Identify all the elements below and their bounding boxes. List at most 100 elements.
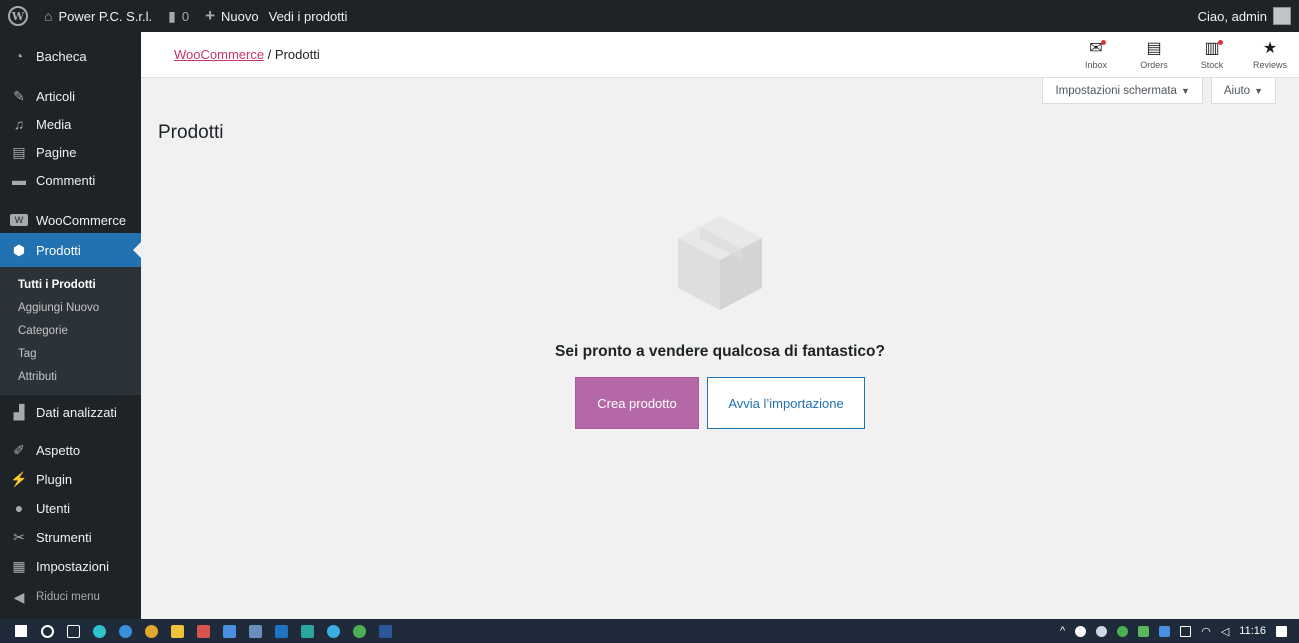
internet-explorer-icon[interactable] [114, 619, 136, 643]
screen-options-button[interactable]: Impostazioni schermata ▼ [1042, 78, 1203, 104]
sidebar-item-label: Impostazioni [36, 558, 109, 574]
page-title: Prodotti [158, 122, 224, 143]
cloud-icon[interactable] [1096, 625, 1108, 637]
reviews-button[interactable]: ★ Reviews [1241, 32, 1299, 78]
caret-down-icon: ▼ [1254, 85, 1263, 96]
sidebar-item-label: Aspetto [36, 442, 81, 458]
help-label: Aiuto [1223, 84, 1251, 97]
new-label: Nuovo [221, 8, 259, 24]
sidebar-item-label: Strumenti [36, 529, 92, 545]
site-name: Power P.C. S.r.l. [58, 8, 153, 24]
submenu-attributes[interactable]: Attributi [0, 366, 141, 389]
start-import-button[interactable]: Avvia l’importazione [707, 377, 865, 429]
activity-panel: ✉ Inbox ▤ Orders ▥ Stock ★ Reviews [1067, 32, 1299, 78]
security-icon[interactable] [1117, 625, 1129, 637]
comments-count: 0 [181, 8, 190, 24]
app-red-icon[interactable] [192, 619, 214, 643]
breadcrumb-separator: / [264, 47, 275, 62]
help-button[interactable]: Aiuto ▼ [1210, 78, 1276, 104]
submenu-add-new[interactable]: Aggiungi Nuovo [0, 297, 141, 320]
inbox-button[interactable]: ✉ Inbox [1067, 32, 1125, 78]
chevron-up-icon[interactable]: ^ [1060, 625, 1065, 637]
tools-icon: ✂ [13, 528, 25, 545]
plugin-icon: ⚡ [10, 470, 28, 487]
sidebar-item-label: Bacheca [36, 48, 87, 64]
plus-icon: + [205, 6, 216, 25]
battery-icon[interactable] [1180, 625, 1192, 637]
orders-button[interactable]: ▤ Orders [1125, 32, 1183, 78]
clock[interactable]: 11:16 [1239, 625, 1266, 637]
account-menu[interactable]: Ciao, admin [1190, 0, 1299, 32]
empty-state-message: Sei pronto a vendere qualcosa di fantast… [555, 343, 885, 360]
collapse-icon: ◀ [13, 588, 25, 605]
inbox-icon: ✉ [1089, 39, 1106, 58]
task-view-icon[interactable] [62, 619, 84, 643]
stock-button[interactable]: ▥ Stock [1183, 32, 1241, 78]
sidebar-item-label: Commenti [36, 172, 96, 188]
sidebar-item-prodotti[interactable]: ⬢ Prodotti [0, 233, 141, 267]
comment-bubble-icon: ▮ [168, 7, 176, 24]
page-icon: ▤ [12, 143, 26, 160]
new-content-link[interactable]: + Nuovo [197, 0, 267, 32]
inbox-label: Inbox [1084, 59, 1108, 70]
tray-app-icon[interactable] [1075, 625, 1087, 637]
sidebar-item-bacheca[interactable]: ◔ Bacheca [0, 39, 141, 73]
word-icon[interactable] [374, 619, 396, 643]
app-v-icon[interactable] [218, 619, 240, 643]
stock-icon: ▥ [1204, 39, 1223, 58]
orders-icon: ▤ [1146, 39, 1162, 57]
submenu-tags[interactable]: Tag [0, 343, 141, 366]
sidebar-item-label: Utenti [36, 500, 70, 516]
sidebar-item-impostazioni[interactable]: ▦ Impostazioni [0, 549, 141, 583]
submenu-all-products[interactable]: Tutti i Prodotti [0, 274, 141, 297]
media-icon: ♫ [13, 116, 25, 132]
woocommerce-header: WooCommerce / Prodotti ✉ Inbox ▤ Orders … [141, 32, 1299, 78]
chrome-icon[interactable] [140, 619, 162, 643]
chrome-2-icon[interactable] [348, 619, 370, 643]
tray-v-icon[interactable] [1159, 625, 1171, 637]
create-product-button[interactable]: Crea prodotto [575, 377, 699, 429]
wordpress-logo-icon: W [8, 6, 28, 26]
check-icon[interactable] [1138, 625, 1150, 637]
app-blue-icon[interactable] [244, 619, 266, 643]
settings-icon: ▦ [12, 557, 26, 574]
wp-logo-menu[interactable]: W [0, 0, 36, 32]
greeting: Ciao, admin [1197, 8, 1267, 24]
orders-label: Orders [1140, 59, 1168, 70]
app-cyan-icon[interactable] [322, 619, 344, 643]
windows-taskbar: ^ ◠ ◁ 11:16 [0, 619, 1299, 643]
sidebar-item-label: Plugin [36, 471, 73, 487]
submenu-categories[interactable]: Categorie [0, 320, 141, 343]
sidebar-item-label: Pagine [36, 144, 77, 160]
sidebar-item-label: WooCommerce [36, 212, 127, 228]
wifi-icon[interactable]: ◠ [1201, 625, 1211, 638]
sidebar-item-woocommerce[interactable]: W WooCommerce [0, 203, 141, 237]
sidebar-item-analytics[interactable]: ▟ Dati analizzati [0, 395, 141, 429]
search-icon[interactable] [36, 619, 58, 643]
collapse-menu-button[interactable]: ◀ Riduci menu [0, 580, 141, 614]
notifications-icon[interactable] [1276, 625, 1287, 637]
view-products-label: Vedi i prodotti [268, 8, 348, 24]
file-explorer-icon[interactable] [166, 619, 188, 643]
volume-icon[interactable]: ◁ [1221, 625, 1229, 638]
app-teal-icon[interactable] [296, 619, 318, 643]
stock-label: Stock [1200, 59, 1224, 70]
products-submenu: Tutti i Prodotti Aggiungi Nuovo Categori… [0, 267, 141, 395]
comments-link[interactable]: ▮ 0 [160, 0, 197, 32]
system-tray: ^ ◠ ◁ 11:16 [1060, 625, 1299, 638]
edge-icon[interactable] [88, 619, 110, 643]
site-name-link[interactable]: ⌂ Power P.C. S.r.l. [36, 0, 160, 32]
breadcrumb: WooCommerce / Prodotti [141, 47, 320, 62]
view-products-link[interactable]: Vedi i prodotti [267, 0, 356, 32]
pin-icon: ✎ [13, 87, 25, 104]
breadcrumb-current: Prodotti [274, 47, 320, 62]
admin-bar: W ⌂ Power P.C. S.r.l. ▮ 0 + Nuovo Vedi i… [0, 0, 1299, 32]
users-icon: ● [14, 500, 24, 516]
reviews-label: Reviews [1252, 59, 1287, 70]
sidebar-item-commenti[interactable]: ▬ Commenti [0, 163, 141, 197]
sidebar-item-label: Media [36, 116, 72, 132]
outlook-icon[interactable] [270, 619, 292, 643]
avatar [1273, 7, 1291, 25]
breadcrumb-woocommerce-link[interactable]: WooCommerce [174, 47, 264, 62]
windows-start-icon[interactable] [10, 619, 32, 643]
